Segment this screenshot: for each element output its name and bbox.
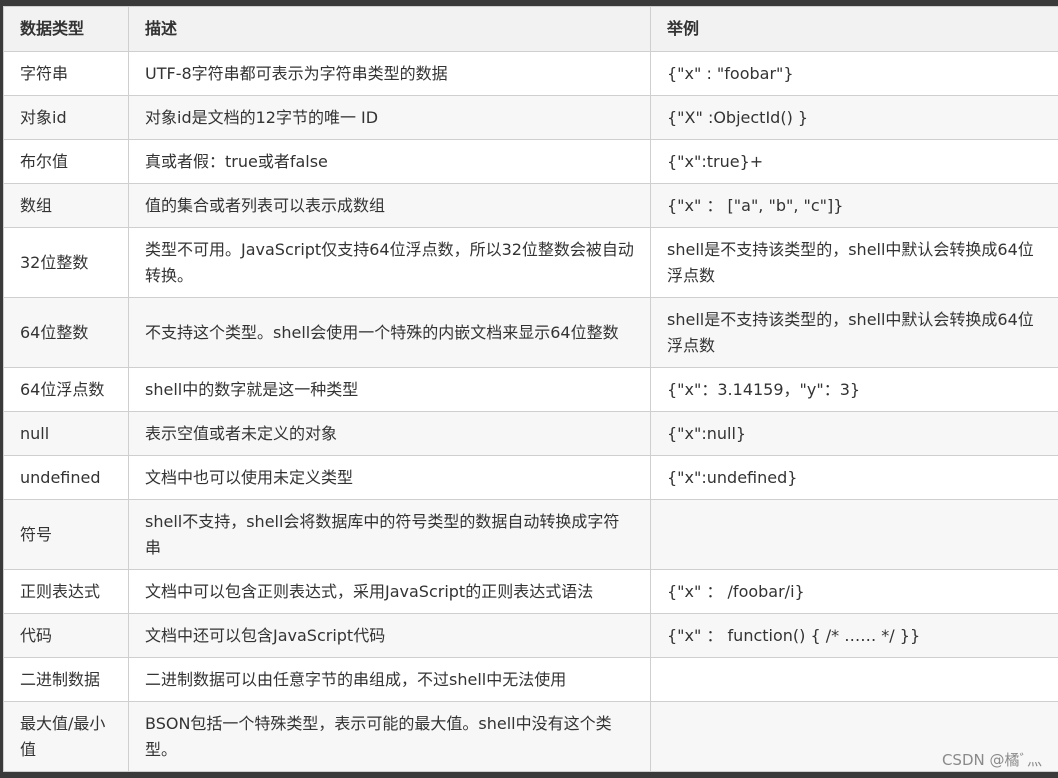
cell-example: {"X" :ObjectId() } [650,95,1058,140]
cell-example: {"x":true}+ [650,139,1058,184]
data-types-table: 数据类型 描述 举例 字符串 UTF-8字符串都可表示为字符串类型的数据 {"x" … [3,6,1058,772]
cell-description: 对象id是文档的12字节的唯一 ID [128,95,651,140]
table-row: 代码 文档中还可以包含JavaScript代码 {"x" ： function() … [3,613,1058,658]
cell-description: shell中的数字就是这一种类型 [128,367,651,412]
cell-example: {"x":undefined} [650,455,1058,500]
table-header-row: 数据类型 描述 举例 [3,6,1058,52]
cell-type: 符号 [3,499,129,570]
cell-description: 表示空值或者未定义的对象 [128,411,651,456]
cell-type: 布尔值 [3,139,129,184]
cell-example: {"x" ： function() { /* …… */ }} [650,613,1058,658]
cell-type: 64位浮点数 [3,367,129,412]
table-row: 32位整数 类型不可用。JavaScript仅支持64位浮点数，所以32位整数会被… [3,227,1058,298]
header-description: 描述 [128,6,651,52]
cell-example: shell是不支持该类型的，shell中默认会转换成64位浮点数 [650,297,1058,368]
table-row: null 表示空值或者未定义的对象 {"x":null} [3,411,1058,456]
cell-type: undefined [3,455,129,500]
cell-description: 不支持这个类型。shell会使用一个特殊的内嵌文档来显示64位整数 [128,297,651,368]
cell-type: 对象id [3,95,129,140]
cell-example: {"x":null} [650,411,1058,456]
cell-type: 字符串 [3,51,129,96]
cell-example: shell是不支持该类型的，shell中默认会转换成64位浮点数 [650,227,1058,298]
table-row: undefined 文档中也可以使用未定义类型 {"x":undefined} [3,455,1058,500]
cell-description: shell不支持，shell会将数据库中的符号类型的数据自动转换成字符串 [128,499,651,570]
table-row: 对象id 对象id是文档的12字节的唯一 ID {"X" :ObjectId() } [3,95,1058,140]
cell-description: 真或者假：true或者false [128,139,651,184]
table-row: 正则表达式 文档中可以包含正则表达式，采用JavaScript的正则表达式语法 {"… [3,569,1058,614]
header-example: 举例 [650,6,1058,52]
table-row: 最大值/最小值 BSON包括一个特殊类型，表示可能的最大值。shell中没有这个类… [3,701,1058,772]
cell-type: 数组 [3,183,129,228]
cell-description: 文档中可以包含正则表达式，采用JavaScript的正则表达式语法 [128,569,651,614]
table-row: 数组 值的集合或者列表可以表示成数组 {"x" ： ["a", "b", "c"]} [3,183,1058,228]
table-row: 布尔值 真或者假：true或者false {"x":true}+ [3,139,1058,184]
cell-description: 类型不可用。JavaScript仅支持64位浮点数，所以32位整数会被自动转换。 [128,227,651,298]
table-row: 64位浮点数 shell中的数字就是这一种类型 {"x"：3.14159，"y"：3… [3,367,1058,412]
cell-description: 值的集合或者列表可以表示成数组 [128,183,651,228]
cell-description: 二进制数据可以由任意字节的串组成，不过shell中无法使用 [128,657,651,702]
cell-type: null [3,411,129,456]
cell-description: BSON包括一个特殊类型，表示可能的最大值。shell中没有这个类型。 [128,701,651,772]
cell-example: {"x" ： /foobar/i} [650,569,1058,614]
table-row: 64位整数 不支持这个类型。shell会使用一个特殊的内嵌文档来显示64位整数 sh… [3,297,1058,368]
table-row: 二进制数据 二进制数据可以由任意字节的串组成，不过shell中无法使用 [3,657,1058,702]
cell-type: 最大值/最小值 [3,701,129,772]
cell-example: {"x" : "foobar"} [650,51,1058,96]
cell-description: 文档中还可以包含JavaScript代码 [128,613,651,658]
table-row: 字符串 UTF-8字符串都可表示为字符串类型的数据 {"x" : "foobar"} [3,51,1058,96]
csdn-watermark: CSDN @橘ﾞ灬 [941,751,1042,769]
cell-type: 32位整数 [3,227,129,298]
cell-type: 正则表达式 [3,569,129,614]
cell-example: {"x" ： ["a", "b", "c"]} [650,183,1058,228]
cell-type: 64位整数 [3,297,129,368]
cell-example [650,499,1058,570]
cell-type: 代码 [3,613,129,658]
cell-description: UTF-8字符串都可表示为字符串类型的数据 [128,51,651,96]
cell-type: 二进制数据 [3,657,129,702]
header-type: 数据类型 [3,6,129,52]
cell-description: 文档中也可以使用未定义类型 [128,455,651,500]
table-row: 符号 shell不支持，shell会将数据库中的符号类型的数据自动转换成字符串 [3,499,1058,570]
cell-example: {"x"：3.14159，"y"：3} [650,367,1058,412]
cell-example [650,657,1058,702]
